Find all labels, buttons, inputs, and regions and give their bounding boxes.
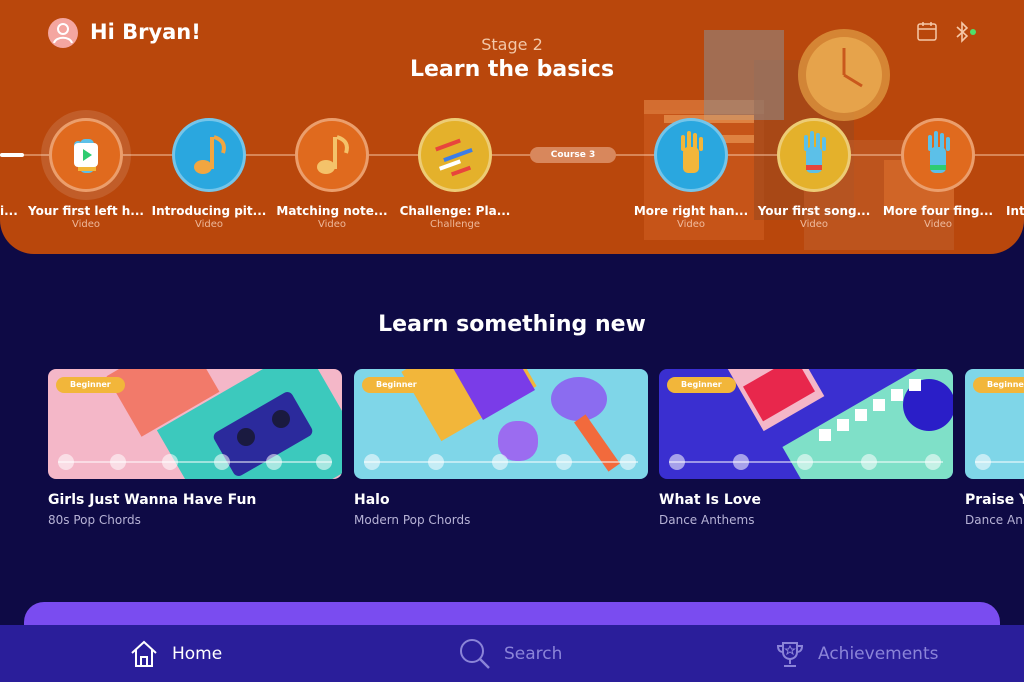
lesson-item[interactable]: More four fing... Video [876,118,1000,230]
trophy-icon [776,641,804,667]
lesson-type: Video [317,219,347,230]
level-badge: Beginner [667,377,736,393]
stage-hero: Hi Bryan! Stage 2 Learn the basics i... [0,0,1024,254]
search-icon [460,638,490,669]
home-icon [131,640,157,667]
lesson-item[interactable]: Your first song... Video [752,118,876,230]
lesson-title: More right han... [633,204,749,218]
right-hand-icon [804,131,826,173]
progress-dots [58,454,332,470]
challenge-icon [435,138,473,177]
lesson-item[interactable]: Challenge: Pla... Challenge [393,118,517,230]
song-title: Praise Y [965,492,1024,508]
lesson-partial-left[interactable]: i... [0,204,18,218]
song-title: What Is Love [659,492,761,508]
right-hand-icon [928,131,950,173]
tab-home-label: Home [172,643,223,664]
tab-achievements-label: Achievements [818,643,939,664]
lesson-title: Your first left h... [28,204,144,218]
level-badge: Beginner [56,377,125,393]
lesson-item[interactable]: Your first left h... Video [24,118,148,230]
music-note-icon [317,135,349,174]
song-thumbnail: Beginner [965,369,1024,479]
song-card[interactable]: Beginner Halo Modern Pop Chords [354,369,648,527]
bottom-tab-bar: Home Search Achievements [0,625,1024,682]
lesson-title: Challenge: Pla... [399,204,511,218]
song-thumbnail: Beginner [48,369,342,479]
lesson-thumbnail [418,118,492,192]
song-card[interactable]: Beginner Girls Just Wanna Have Fun 80s P… [48,369,342,527]
course-pill: Course 3 [530,147,616,163]
song-thumbnail: Beginner [354,369,648,479]
stage-label: Stage 2 [481,35,543,54]
level-badge: Beginner [973,377,1024,393]
lesson-item[interactable]: More right han... Video [629,118,753,230]
tab-achievements[interactable]: Achievements [774,625,938,682]
app-root: Hi Bryan! Stage 2 Learn the basics i... [0,0,1024,682]
lesson-thumbnail [777,118,851,192]
lesson-type: Video [923,219,953,230]
lesson-progress-line [0,153,24,157]
lesson-type: Video [194,219,224,230]
lesson-type: Video [71,219,101,230]
play-icon [74,143,98,167]
progress-dots [975,454,1024,470]
song-subtitle: 80s Pop Chords [48,513,141,527]
lesson-partial-right[interactable]: Int [1006,204,1024,218]
song-title: Halo [354,492,390,508]
song-title: Girls Just Wanna Have Fun [48,492,257,508]
lesson-title: Your first song... [757,204,871,218]
lesson-title: Matching note... [276,204,388,218]
lesson-item[interactable]: Matching note... Video [270,118,394,230]
lesson-type: Video [799,219,829,230]
section-title: Learn something new [378,312,646,337]
lesson-item[interactable]: Introducing pit... Video [147,118,271,230]
song-subtitle: Modern Pop Chords [354,513,471,527]
lesson-thumbnail [295,118,369,192]
tab-search-label: Search [504,643,563,664]
song-card[interactable]: Beginner Praise Y Dance An [965,369,1024,527]
tab-home[interactable]: Home [128,625,222,682]
stage-title: Learn the basics [409,57,615,82]
level-badge: Beginner [362,377,431,393]
lesson-thumbnail [901,118,975,192]
progress-dots [364,454,638,470]
lesson-thumbnail [654,118,728,192]
lesson-title: Introducing pit... [151,204,267,218]
lesson-type: Video [676,219,706,230]
song-card[interactable]: Beginner What Is Love Dance Anthems [659,369,953,527]
lesson-thumbnail [49,118,123,192]
lesson-title: More four fing... [882,204,994,218]
song-subtitle: Dance An [965,513,1023,527]
song-thumbnail: Beginner [659,369,953,479]
song-subtitle: Dance Anthems [659,513,755,527]
right-hand-icon [681,131,703,173]
tab-search[interactable]: Search [458,625,562,682]
lesson-thumbnail [172,118,246,192]
progress-dots [669,454,943,470]
music-note-icon [194,135,226,174]
lesson-type: Challenge [430,219,480,230]
